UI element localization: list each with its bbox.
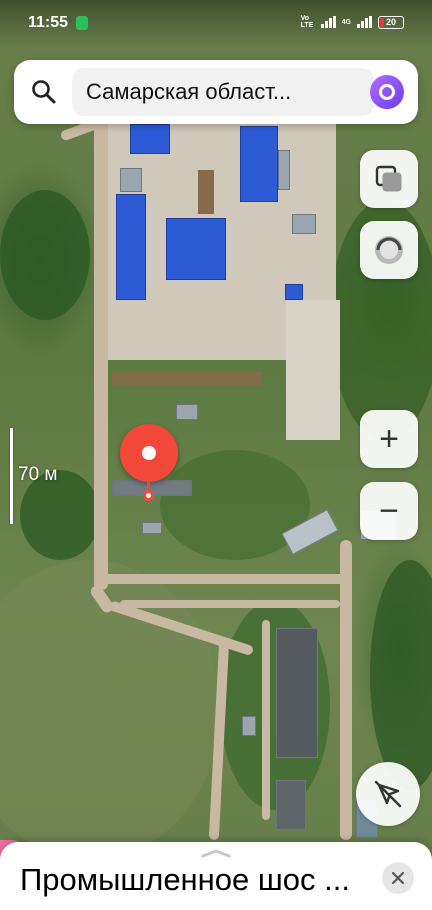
location-pin[interactable] (120, 424, 178, 482)
battery-fill (380, 17, 385, 27)
zoom-in-button[interactable]: + (360, 410, 418, 468)
speedometer-icon (375, 236, 403, 264)
scale-label: 70 м (18, 464, 58, 485)
building (112, 372, 262, 386)
building (176, 404, 198, 420)
road (94, 120, 108, 590)
status-time: 11:55 (28, 14, 69, 31)
zoom-out-button[interactable]: − (360, 482, 418, 540)
zoom-in-label: + (379, 420, 399, 458)
building (198, 170, 214, 214)
layers-button[interactable] (360, 150, 418, 208)
building (276, 628, 318, 758)
search-icon[interactable] (30, 78, 58, 106)
building-blue-roof (130, 124, 170, 154)
app-notification-icon (76, 16, 88, 30)
pin-center-dot (142, 446, 156, 460)
close-icon (391, 871, 405, 885)
tree-patch (0, 190, 90, 320)
tree-patch (370, 560, 432, 790)
close-button[interactable] (382, 862, 414, 894)
signal-icon-secondary (357, 16, 372, 28)
building-blue-roof (285, 284, 303, 300)
network-type-indicator: 4G (341, 18, 351, 26)
building (292, 214, 316, 234)
road (262, 620, 270, 820)
search-bar: Самарская област... (14, 60, 418, 124)
building (276, 780, 306, 830)
sheet-handle-icon[interactable] (200, 848, 232, 858)
building-blue-roof (116, 194, 146, 300)
road (120, 600, 340, 608)
traffic-button[interactable] (360, 221, 418, 279)
road (100, 574, 350, 584)
signal-icon (320, 16, 336, 28)
alice-icon[interactable] (370, 75, 404, 109)
volte-indicator: Vo LTE (300, 15, 314, 29)
alice-ring (379, 84, 395, 100)
status-bar: 11:55 Vo LTE 4G 20 (0, 0, 432, 48)
battery-icon: 20 (378, 15, 404, 29)
building-blue-roof (240, 126, 278, 202)
my-location-button[interactable] (356, 762, 420, 826)
pin-anchor (143, 490, 154, 501)
place-title: Промышленное шос ... (20, 862, 350, 897)
layers-icon (375, 165, 402, 192)
search-input[interactable]: Самарская област... (72, 68, 374, 116)
building (242, 716, 256, 736)
building (278, 150, 290, 190)
location-arrow-off-icon (374, 780, 402, 808)
scale-ruler (10, 428, 13, 524)
zoom-out-label: − (379, 492, 399, 530)
building (142, 522, 162, 534)
building (120, 168, 142, 192)
place-card-sheet[interactable]: Промышленное шос ... (0, 842, 432, 910)
road (340, 540, 352, 840)
battery-level: 20 (385, 17, 396, 27)
building-blue-roof (166, 218, 226, 280)
industrial-lot (286, 300, 340, 440)
status-indicators: Vo LTE 4G 20 (301, 15, 404, 29)
